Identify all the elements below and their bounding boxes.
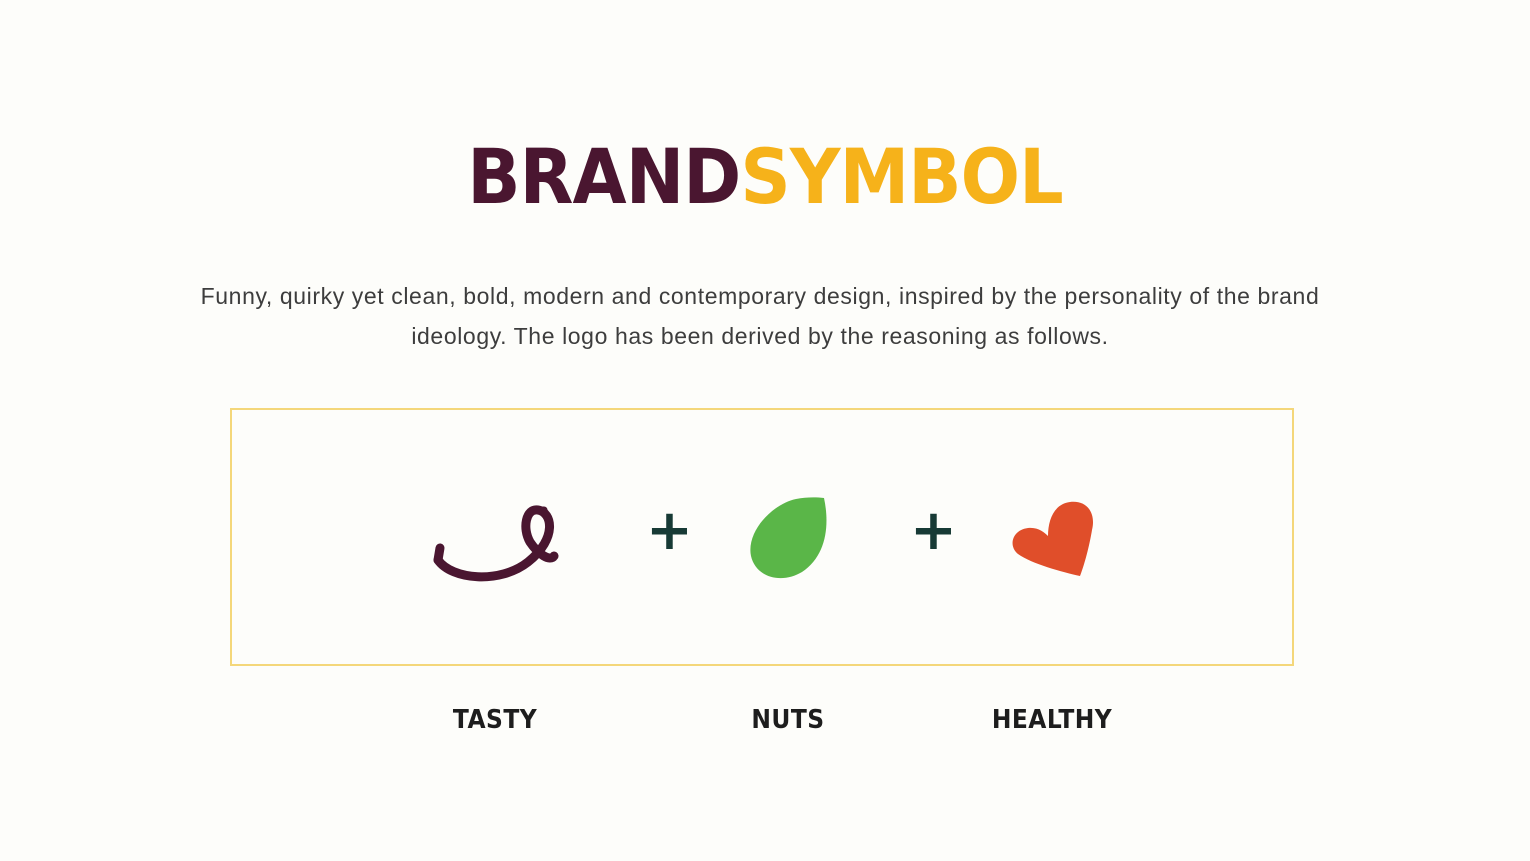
label-tasty: TASTY <box>452 705 538 735</box>
title-symbol: SYMBOL <box>740 132 1063 221</box>
title-brand: BRAND <box>467 132 741 221</box>
plus-sign: + <box>646 498 693 563</box>
label-healthy: HEALTHY <box>991 705 1113 735</box>
heart-icon <box>1012 501 1094 576</box>
leaf-icon <box>750 497 827 579</box>
smile-swirl-icon <box>433 505 559 582</box>
label-nuts: NUTS <box>751 705 825 735</box>
plus-sign: + <box>910 498 957 563</box>
page-title: BRANDSYMBOL <box>61 132 1469 222</box>
description-text: Funny, quirky yet clean, bold, modern an… <box>200 283 1320 349</box>
brand-symbol-slide: BRANDSYMBOL Funny, quirky yet clean, bol… <box>0 0 1530 861</box>
